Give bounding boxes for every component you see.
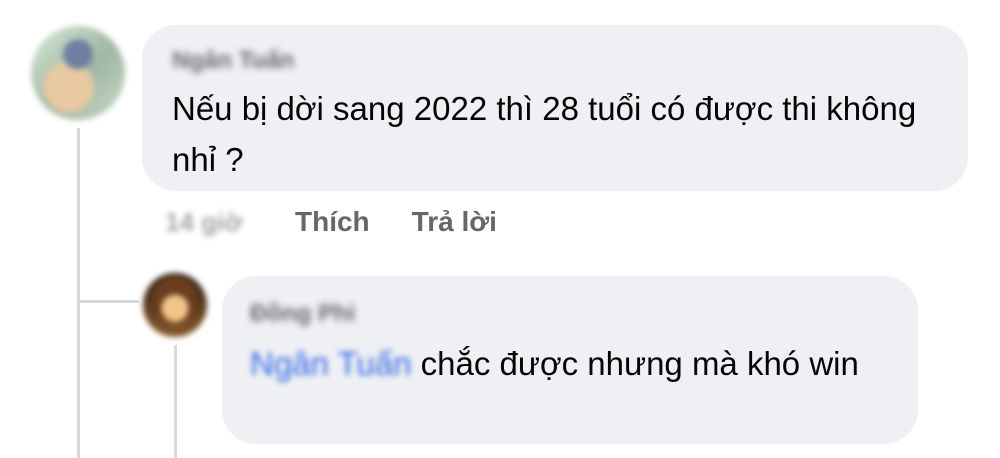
comment-bubble: Ngân Tuấn Nếu bị dời sang 2022 thì 28 tu…: [142, 25, 968, 191]
thread-line-reply: [174, 345, 177, 458]
comment-timestamp[interactable]: 14 giờ: [165, 200, 295, 244]
replier-avatar[interactable]: [143, 273, 207, 337]
comment-author-name[interactable]: Ngân Tuấn: [172, 47, 294, 75]
reply-bubble: Đồng Phi Ngân Tuấn chắc được nhưng mà kh…: [222, 276, 918, 444]
like-button[interactable]: Thích: [295, 200, 370, 244]
reply-button[interactable]: Trả lời: [412, 200, 497, 244]
reply-mention-link[interactable]: Ngân Tuấn: [250, 345, 411, 382]
comment-actions: 14 giờ Thích Trả lời: [165, 200, 539, 244]
thread-line-vertical: [77, 128, 80, 458]
commenter-avatar[interactable]: [31, 26, 125, 120]
comment-text: Nếu bị dời sang 2022 thì 28 tuổi có được…: [172, 90, 917, 178]
reply-text-container: Ngân Tuấn chắc được nhưng mà khó win: [250, 338, 910, 389]
thread-line-curve: [77, 300, 139, 303]
reply-text: chắc được nhưng mà khó win: [420, 345, 859, 382]
reply-author-name[interactable]: Đồng Phi: [250, 300, 355, 328]
